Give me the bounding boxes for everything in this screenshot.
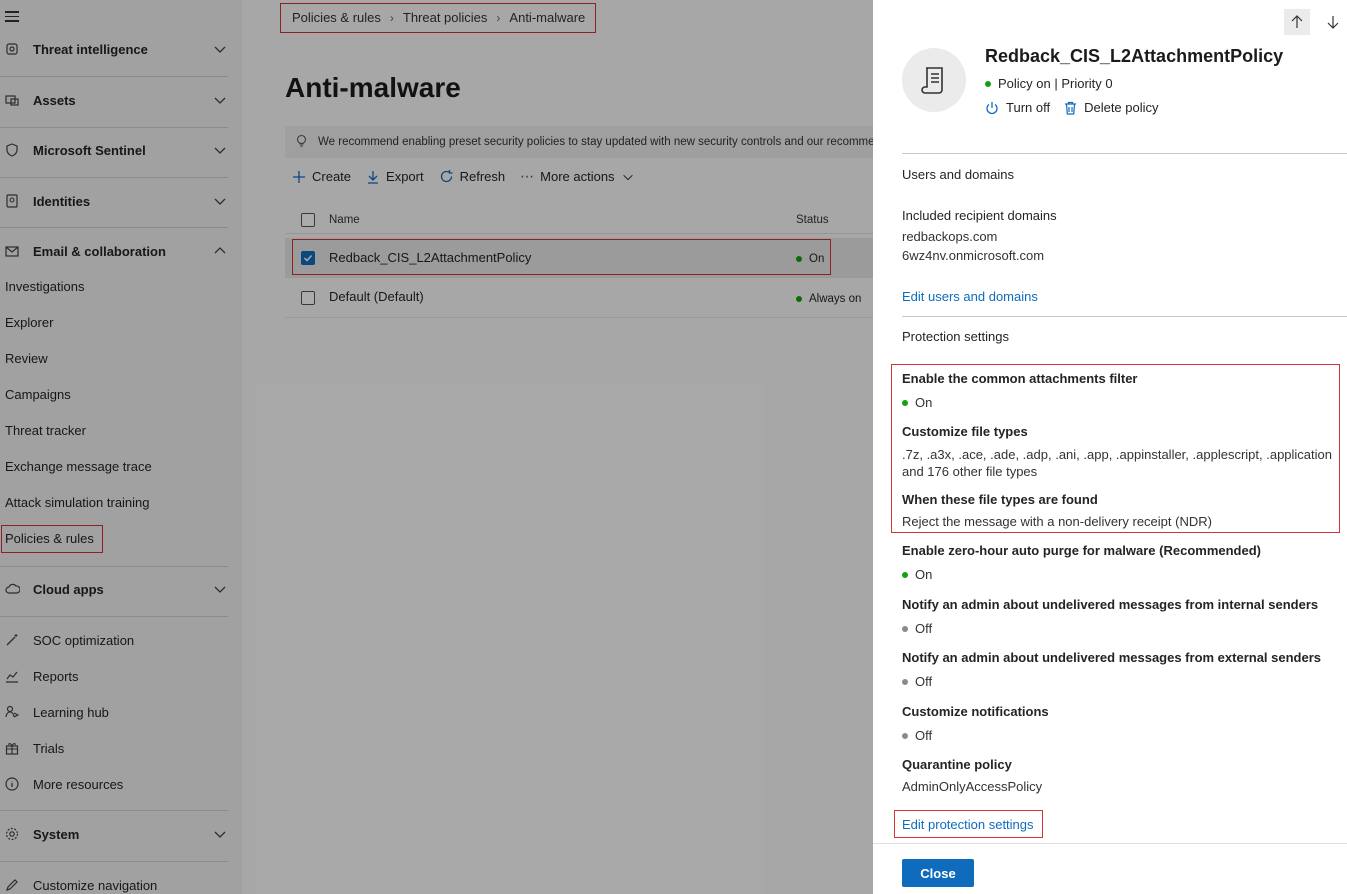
section-users-domains: Users and domains xyxy=(902,167,1014,182)
edit-users-domains-link[interactable]: Edit users and domains xyxy=(902,289,1038,304)
setting-value-text: Off xyxy=(915,728,933,743)
setting-label: Notify an admin about undelivered messag… xyxy=(902,650,1322,665)
setting-label: Quarantine policy xyxy=(902,757,1012,772)
policy-avatar xyxy=(902,48,966,112)
arrow-down-icon xyxy=(1327,16,1339,29)
panel-actions: Turn off Delete policy xyxy=(985,100,1173,115)
modal-overlay[interactable] xyxy=(0,0,873,894)
policy-status: Policy on | Priority 0 xyxy=(985,76,1113,91)
arrow-up-icon xyxy=(1291,15,1303,28)
previous-item-button[interactable] xyxy=(1284,9,1310,35)
policy-status-text: Policy on | Priority 0 xyxy=(998,76,1113,91)
setting-value-text: Off xyxy=(915,621,933,636)
setting-value: Off xyxy=(902,674,932,689)
status-dot xyxy=(902,732,908,739)
setting-text: .7z, .a3x, .ace, .ade, .adp, .ani, .app,… xyxy=(902,447,1332,479)
setting-text: AdminOnlyAccessPolicy xyxy=(902,779,1043,794)
section-divider xyxy=(902,316,1347,317)
status-dot xyxy=(902,399,908,406)
status-dot xyxy=(902,571,908,578)
setting-value: On xyxy=(902,395,932,410)
turn-off-button[interactable]: Turn off xyxy=(985,100,1050,115)
included-domains-heading: Included recipient domains xyxy=(902,208,1057,223)
setting-value: Off xyxy=(902,728,932,743)
scroll-icon xyxy=(921,67,943,94)
panel-footer-divider xyxy=(873,843,1347,844)
setting-label: Customize file types xyxy=(902,424,1028,439)
setting-value-text: On xyxy=(915,395,933,410)
setting-label: Customize notifications xyxy=(902,704,1049,719)
next-item-button[interactable] xyxy=(1320,9,1346,35)
domain-item: redbackops.com xyxy=(902,229,998,244)
turn-off-label: Turn off xyxy=(1006,100,1051,115)
section-divider xyxy=(902,153,1347,154)
close-button[interactable]: Close xyxy=(902,859,974,887)
status-dot xyxy=(902,625,908,632)
domain-item: 6wz4nv.onmicrosoft.com xyxy=(902,248,1045,263)
setting-label: When these file types are found xyxy=(902,492,1098,507)
setting-value: On xyxy=(902,567,932,582)
status-dot xyxy=(985,80,991,87)
setting-value-text: On xyxy=(915,567,933,582)
setting-label: Enable the common attachments filter xyxy=(902,371,1138,386)
highlight-box-edit-protection xyxy=(894,810,1043,838)
setting-text: Reject the message with a non-delivery r… xyxy=(902,514,1212,529)
trash-icon xyxy=(1064,101,1077,115)
delete-policy-button[interactable]: Delete policy xyxy=(1064,100,1159,115)
setting-label: Enable zero-hour auto purge for malware … xyxy=(902,543,1261,558)
setting-value: Off xyxy=(902,621,932,636)
panel-title: Redback_CIS_L2AttachmentPolicy xyxy=(985,46,1284,66)
section-protection-settings: Protection settings xyxy=(902,329,1009,344)
setting-value-text: Off xyxy=(915,674,933,689)
delete-policy-label: Delete policy xyxy=(1084,100,1159,115)
power-icon xyxy=(985,101,999,115)
status-dot xyxy=(902,678,908,685)
setting-label: Notify an admin about undelivered messag… xyxy=(902,597,1319,612)
policy-details-panel: Redback_CIS_L2AttachmentPolicy Policy on… xyxy=(873,0,1347,894)
